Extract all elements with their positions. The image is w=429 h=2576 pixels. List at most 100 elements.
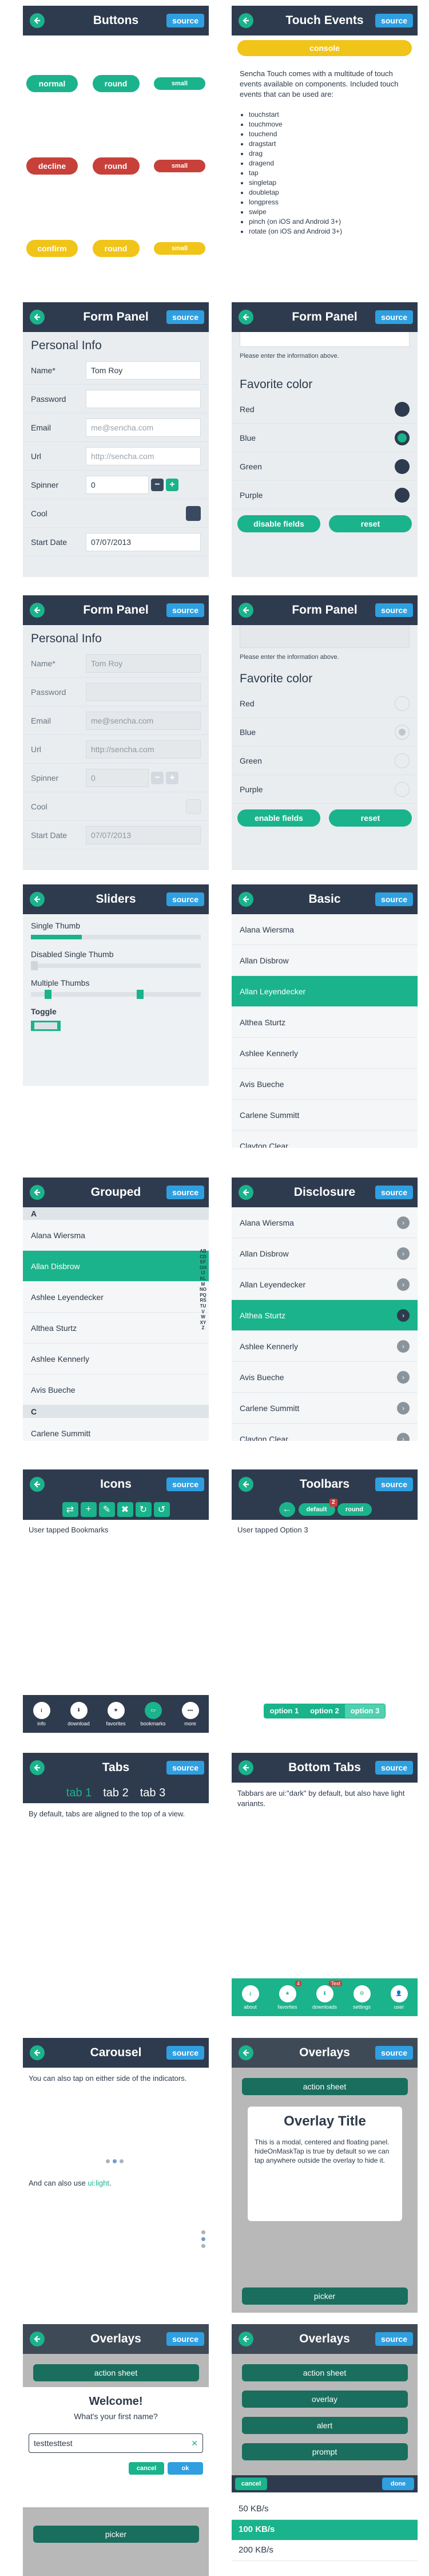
radio-red[interactable] — [395, 401, 410, 417]
back-button[interactable] — [30, 603, 45, 618]
slider-thumb-2[interactable] — [137, 990, 144, 999]
list-item[interactable]: Allan Disbrow › — [232, 1238, 418, 1269]
disable-fields-button[interactable]: disable fields — [237, 515, 320, 532]
list-item[interactable]: Alana Wiersma — [23, 1220, 209, 1251]
list-item[interactable]: Allan Disbrow — [232, 945, 418, 976]
decline-button[interactable]: decline — [26, 157, 78, 175]
toggle-switch[interactable] — [31, 1021, 61, 1031]
list-item[interactable]: Alana Wiersma — [232, 914, 418, 945]
textarea-field[interactable] — [240, 625, 410, 648]
small-button[interactable]: small — [154, 77, 205, 90]
prompt-input[interactable]: testtesttest ✕ — [29, 2433, 203, 2453]
decline-small-button[interactable]: small — [154, 160, 205, 172]
console-button[interactable]: console — [237, 40, 412, 56]
disclosure-arrow-icon[interactable]: › — [397, 1309, 410, 1322]
tab-info[interactable]: i info — [23, 1695, 60, 1733]
password-field[interactable] — [86, 682, 201, 701]
back-button[interactable] — [30, 2045, 45, 2060]
disclosure-arrow-icon[interactable]: › — [397, 1278, 410, 1291]
compose-icon[interactable]: ✎ — [98, 1502, 115, 1517]
picker-option-1[interactable]: 50 KB/s — [232, 2499, 418, 2520]
picker-option-3[interactable]: 200 KB/s — [232, 2541, 418, 2561]
plus-button[interactable]: + — [166, 771, 178, 784]
disclosure-arrow-icon[interactable]: › — [397, 1370, 410, 1384]
url-field[interactable]: http://sencha.com — [86, 740, 201, 758]
action-icon[interactable]: ⇄ — [62, 1502, 78, 1517]
spinner-field[interactable]: 0 — [86, 768, 149, 787]
source-button[interactable]: source — [166, 310, 204, 324]
list-item[interactable]: Allan Leyendecker — [232, 976, 418, 1007]
picker-option-2[interactable]: 100 KB/s — [232, 2520, 418, 2541]
back-arrow-button[interactable]: ← — [279, 1502, 295, 1517]
source-button[interactable]: source — [375, 2046, 413, 2060]
action-sheet-button[interactable]: action sheet — [33, 2364, 199, 2381]
disclosure-arrow-icon[interactable]: › — [397, 1401, 410, 1415]
list-item[interactable]: Alana Wiersma › — [232, 1207, 418, 1238]
source-button[interactable]: source — [375, 1186, 413, 1199]
radio-purple[interactable] — [395, 781, 410, 797]
back-button[interactable] — [239, 13, 253, 28]
source-button[interactable]: source — [166, 603, 204, 617]
back-button[interactable] — [239, 2332, 253, 2346]
source-button[interactable]: source — [375, 310, 413, 324]
back-button[interactable] — [239, 2045, 253, 2060]
back-button[interactable] — [30, 13, 45, 28]
default-button[interactable]: default 2 — [298, 1499, 337, 1516]
list-item[interactable]: Carlene Summitt — [232, 1100, 418, 1131]
tab-downloads[interactable]: ⬇ downloads Text — [306, 1978, 343, 2016]
picker-button[interactable]: picker — [241, 2287, 408, 2305]
radio-blue[interactable] — [395, 430, 410, 445]
normal-button[interactable]: normal — [26, 75, 78, 92]
clear-icon[interactable]: ✕ — [191, 2439, 198, 2448]
disclosure-arrow-icon[interactable]: › — [397, 1432, 410, 1441]
round-button[interactable]: round — [92, 75, 140, 92]
alert-button[interactable]: alert — [241, 2417, 408, 2434]
add-icon[interactable]: + — [80, 1502, 97, 1517]
option-1[interactable]: option 1 — [264, 1704, 305, 1718]
url-field[interactable]: http://sencha.com — [86, 447, 201, 465]
list-item[interactable]: Ashlee Leyendecker — [23, 1282, 209, 1313]
email-field[interactable]: me@sencha.com — [86, 418, 201, 437]
plus-button[interactable]: + — [166, 478, 178, 491]
tab-favorites[interactable]: ★ favorites — [97, 1695, 134, 1733]
start-date-field[interactable]: 07/07/2013 — [86, 532, 201, 551]
radio-purple[interactable] — [395, 487, 410, 503]
minus-button[interactable]: − — [151, 478, 164, 491]
source-button[interactable]: source — [166, 2046, 204, 2060]
cool-checkbox[interactable] — [186, 799, 201, 814]
tab-user[interactable]: 👤 user — [380, 1978, 418, 2016]
tab-bookmarks[interactable]: ▭ bookmarks — [134, 1695, 172, 1733]
list-item[interactable]: Avis Bueche — [23, 1374, 209, 1405]
back-button[interactable] — [239, 1185, 253, 1200]
reset-button[interactable]: reset — [329, 809, 412, 827]
minus-button[interactable]: − — [151, 771, 164, 784]
list-item[interactable]: Carlene Summitt — [23, 1418, 209, 1441]
tab-about[interactable]: i about — [232, 1978, 269, 2016]
action-sheet-button[interactable]: action sheet — [241, 2078, 408, 2095]
vertical-indicator[interactable] — [201, 2230, 205, 2248]
spinner-field[interactable]: 0 — [86, 475, 149, 494]
index-bar[interactable]: ABCDEFGHIJKLMNOPQRSTUVWXYZ — [200, 1249, 206, 1331]
tab-2[interactable]: tab 2 — [103, 1787, 128, 1800]
tab-more[interactable]: ••• more — [172, 1695, 209, 1733]
ok-button[interactable]: ok — [168, 2462, 203, 2475]
tab-favorites[interactable]: ★ favorites 4 — [269, 1978, 306, 2016]
tab-settings[interactable]: ⚙ settings — [343, 1978, 380, 2016]
radio-green[interactable] — [395, 753, 410, 768]
list-item[interactable]: Carlene Summitt › — [232, 1393, 418, 1424]
source-button[interactable]: source — [166, 2332, 204, 2346]
picker-button[interactable]: picker — [33, 2526, 199, 2543]
list-item[interactable]: Clayton Clear — [232, 1131, 418, 1148]
name-field[interactable]: Tom Roy — [86, 654, 201, 673]
confirm-round-button[interactable]: round — [92, 240, 140, 257]
list-item[interactable]: Ashlee Kennerly — [232, 1038, 418, 1069]
delete-icon[interactable]: ✖ — [117, 1502, 133, 1517]
option-2[interactable]: option 2 — [304, 1704, 345, 1718]
carousel-indicator[interactable] — [106, 2159, 124, 2163]
radio-green[interactable] — [395, 459, 410, 474]
multiple-thumbs-slider[interactable] — [31, 990, 201, 999]
refresh-icon[interactable]: ↻ — [135, 1502, 152, 1517]
start-date-field[interactable]: 07/07/2013 — [86, 825, 201, 844]
back-button[interactable] — [239, 603, 253, 618]
decline-round-button[interactable]: round — [92, 157, 140, 175]
